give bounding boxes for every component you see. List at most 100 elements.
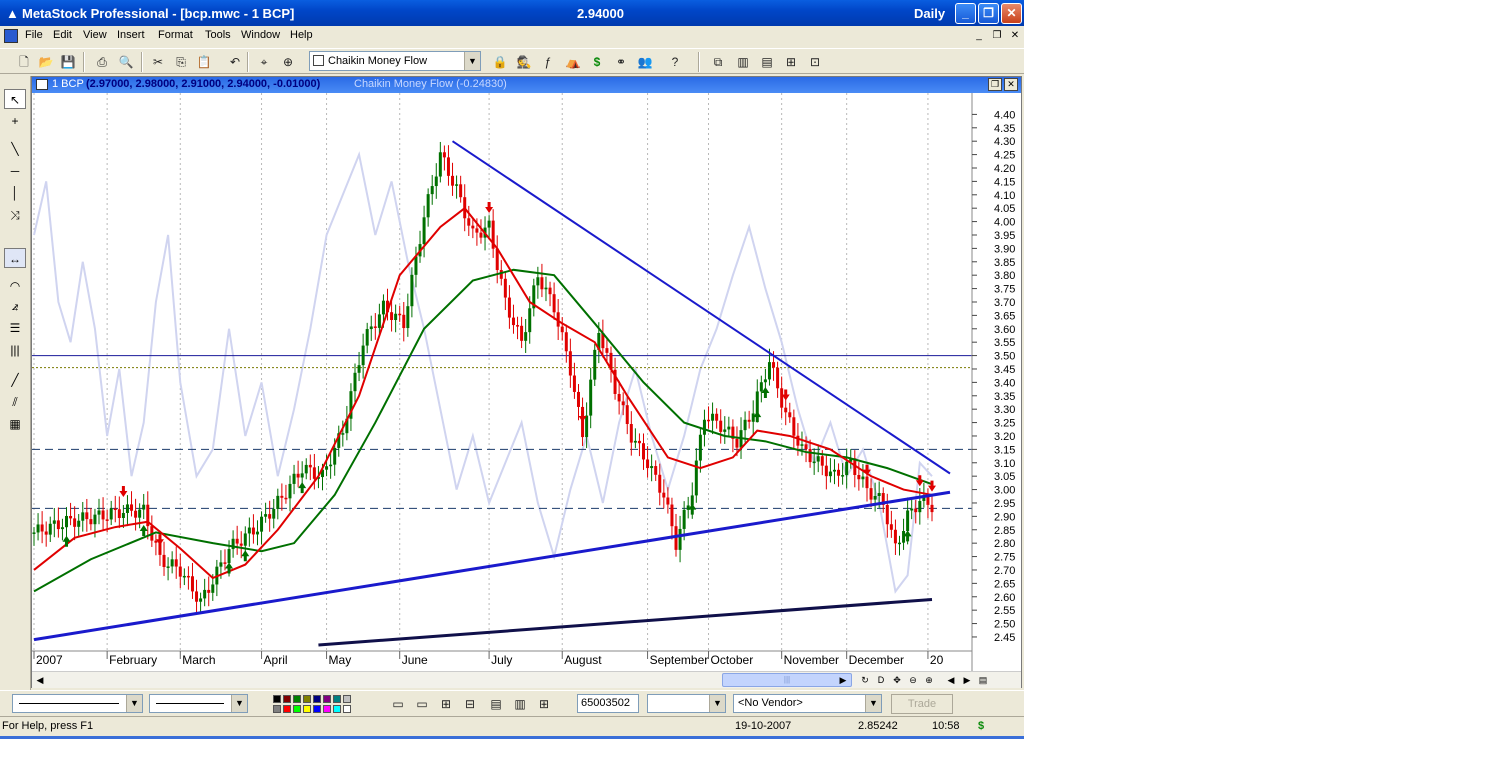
inner-window-grid-icon[interactable]: ⊞ <box>534 694 554 714</box>
color-swatch[interactable] <box>303 695 311 703</box>
mdi-minimize-button[interactable]: _ <box>972 29 986 43</box>
move-icon[interactable]: ↔ <box>4 248 26 268</box>
scroll-left-icon[interactable]: ◀ <box>33 673 47 687</box>
horizontal-line-icon[interactable]: ─ <box>4 161 26 181</box>
binoculars-icon[interactable]: ⚭ <box>611 52 631 72</box>
chevron-down-icon[interactable]: ▼ <box>865 695 881 712</box>
close-button[interactable]: ✕ <box>1001 3 1022 24</box>
explorer-icon[interactable]: 🕵 <box>514 52 534 72</box>
print-icon[interactable]: ⎙ <box>92 52 112 72</box>
color-swatch[interactable] <box>333 705 341 713</box>
menu-format[interactable]: Format <box>158 29 193 41</box>
color-swatch[interactable] <box>313 705 321 713</box>
indicator-select[interactable]: Chaikin Money Flow ▼ <box>309 51 481 71</box>
color-swatch[interactable] <box>343 705 351 713</box>
copy-icon[interactable]: ⎘ <box>171 52 191 72</box>
title-bar[interactable]: ▲ MetaStock Professional - [bcp.mwc - 1 … <box>0 0 1024 26</box>
new-icon[interactable]: 🗋 <box>14 52 34 72</box>
chart-close-button[interactable]: ✕ <box>1004 78 1018 91</box>
color-swatch[interactable] <box>343 695 351 703</box>
color-swatch[interactable] <box>293 695 301 703</box>
zoom-move-icon[interactable]: ✥ <box>890 673 904 687</box>
inner-window-split-icon[interactable]: ▥ <box>510 694 530 714</box>
paste-icon[interactable]: 📋 <box>194 52 214 72</box>
document-icon[interactable] <box>4 29 18 43</box>
color-swatch[interactable] <box>283 695 291 703</box>
minimize-button[interactable]: _ <box>955 3 976 24</box>
vertical-line-icon[interactable]: │ <box>4 183 26 203</box>
print-preview-icon[interactable]: 🔍 <box>116 52 136 72</box>
grid-icon[interactable]: ▦ <box>4 414 26 434</box>
color-swatch[interactable] <box>333 695 341 703</box>
dollar-icon[interactable]: $ <box>587 52 607 72</box>
retracement-icon[interactable]: ☰ <box>4 318 26 338</box>
secondary-select[interactable]: ▼ <box>647 694 726 713</box>
color-swatch[interactable] <box>303 705 311 713</box>
chart-header[interactable]: 1 BCP (2.97000, 2.98000, 2.91000, 2.9400… <box>32 77 1021 93</box>
line-weight-select[interactable]: ▼ <box>149 694 248 713</box>
color-swatch[interactable] <box>283 705 291 713</box>
chevron-down-icon[interactable]: ▼ <box>231 695 247 712</box>
formula-icon[interactable]: ƒ <box>538 52 558 72</box>
expert-icon[interactable]: 🔒 <box>490 52 510 72</box>
fan-icon[interactable]: ⦨ <box>4 296 26 316</box>
arrange-icon[interactable]: ⊡ <box>805 52 825 72</box>
crosshair-icon[interactable]: ⌖ <box>254 52 274 72</box>
chevron-down-icon[interactable]: ▼ <box>464 52 480 70</box>
previous-icon[interactable]: ◀ <box>944 673 958 687</box>
vendor-select[interactable]: <No Vendor> ▼ <box>733 694 882 713</box>
trade-button[interactable]: Trade <box>891 694 953 714</box>
arc-icon[interactable]: ◠ <box>4 276 26 296</box>
menu-tools[interactable]: Tools <box>205 29 231 41</box>
time-zones-icon[interactable]: ||| <box>4 340 26 360</box>
menu-file[interactable]: File <box>25 29 43 41</box>
pointer-icon[interactable]: ↖ <box>4 89 26 109</box>
scroll-to-start-icon[interactable]: ↻ <box>858 673 872 687</box>
tile-vertical-icon[interactable]: ▥ <box>733 52 753 72</box>
color-swatch[interactable] <box>313 695 321 703</box>
menu-insert[interactable]: Insert <box>117 29 145 41</box>
color-swatch[interactable] <box>273 705 281 713</box>
page-icon[interactable]: ▤ <box>976 673 990 687</box>
color-swatch[interactable] <box>323 705 331 713</box>
periodicity-d-icon[interactable]: D <box>874 673 888 687</box>
menu-edit[interactable]: Edit <box>53 29 72 41</box>
mdi-close-button[interactable]: ✕ <box>1008 29 1022 43</box>
window-edit-icon[interactable]: ⊟ <box>460 694 480 714</box>
cross-icon[interactable]: + <box>4 111 26 131</box>
zoom-in-icon[interactable]: ⊕ <box>922 673 936 687</box>
context-help-icon[interactable]: ? <box>665 52 685 72</box>
line-tool-icon[interactable]: ╱ <box>4 370 26 390</box>
split-icon[interactable]: ⤨ <box>4 205 26 225</box>
chevron-down-icon[interactable]: ▼ <box>709 695 725 712</box>
color-palette[interactable] <box>270 694 360 714</box>
color-swatch[interactable] <box>293 705 301 713</box>
scroll-right-icon[interactable]: ▶ <box>836 673 850 687</box>
price-chart[interactable]: 4.40 4.354.30 4.254.204.15 4.104.05 4.003.95… <box>32 93 1021 671</box>
window-icon[interactable]: ▭ <box>388 694 408 714</box>
volume-field[interactable]: 65003502 <box>577 694 639 713</box>
horizontal-scrollbar[interactable]: ◀ ||| ▶ ↻ D ✥ ⊖ ⊕ ◀ ▶ ▤ <box>32 671 1021 688</box>
chart-restore-button[interactable]: ❐ <box>988 78 1002 91</box>
menu-help[interactable]: Help <box>290 29 313 41</box>
inner-window-icon[interactable]: ▤ <box>486 694 506 714</box>
undo-icon[interactable]: ↶ <box>225 52 245 72</box>
window-tile-icon[interactable]: ▭ <box>412 694 432 714</box>
scroll-thumb[interactable]: ||| <box>722 673 852 687</box>
tile-grid-icon[interactable]: ⊞ <box>781 52 801 72</box>
mdi-restore-button[interactable]: ❐ <box>990 29 1004 43</box>
maximize-button[interactable]: ❐ <box>978 3 999 24</box>
open-icon[interactable]: 📂 <box>36 52 56 72</box>
system-tester-icon[interactable]: ⛺ <box>563 52 583 72</box>
tile-horizontal-icon[interactable]: ▤ <box>757 52 777 72</box>
chevron-down-icon[interactable]: ▼ <box>126 695 142 712</box>
menu-view[interactable]: View <box>83 29 107 41</box>
window-add-icon[interactable]: ⊞ <box>436 694 456 714</box>
color-swatch[interactable] <box>273 695 281 703</box>
save-icon[interactable]: 💾 <box>58 52 78 72</box>
trendline-icon[interactable]: ╲ <box>4 139 26 159</box>
gann-fan-icon[interactable]: ⫽ <box>4 392 26 412</box>
zoom-icon[interactable]: ⊕ <box>278 52 298 72</box>
zoom-out-icon[interactable]: ⊖ <box>906 673 920 687</box>
cascade-icon[interactable]: ⧉ <box>708 52 728 72</box>
